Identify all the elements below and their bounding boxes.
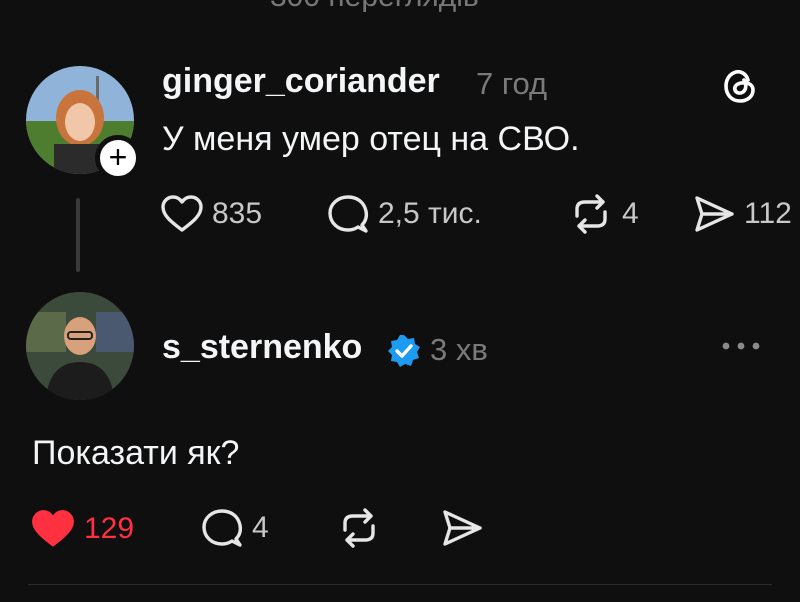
reply-count-post1: 2,5 тис. xyxy=(378,197,482,230)
reply-button-post2[interactable]: 4 xyxy=(200,508,269,548)
repost-button-post1[interactable]: 4 xyxy=(568,194,639,234)
timestamp-post2: 3 хв xyxy=(430,332,488,367)
like-button-post2[interactable]: 129 xyxy=(30,508,134,550)
repost-icon xyxy=(575,194,607,234)
threads-logo-icon[interactable] xyxy=(720,66,760,111)
share-icon xyxy=(443,510,482,546)
avatar-s-sternenko[interactable] xyxy=(26,292,134,400)
repost-icon xyxy=(343,508,375,548)
heart-filled-icon xyxy=(32,510,74,547)
timestamp-post1: 7 год xyxy=(476,66,548,101)
more-icon[interactable] xyxy=(720,338,762,359)
share-button-post2[interactable] xyxy=(440,508,484,548)
post2-text: Показати як? xyxy=(32,434,240,472)
username-post2[interactable]: s_sternenko xyxy=(162,328,362,367)
comment-icon xyxy=(202,509,243,547)
repost-button-post2[interactable] xyxy=(336,508,382,548)
follow-plus-button[interactable]: + xyxy=(95,135,141,181)
post-divider xyxy=(28,584,772,585)
username-post1[interactable]: ginger_coriander xyxy=(162,62,440,101)
reply-count-post2: 4 xyxy=(252,511,269,544)
post1-text: У меня умер отец на СВО. xyxy=(162,120,580,158)
share-icon xyxy=(695,196,734,232)
plus-icon: + xyxy=(108,139,128,175)
comment-icon xyxy=(328,195,369,233)
reply-button-post1[interactable]: 2,5 тис. xyxy=(326,194,482,234)
view-count-text: 300 переглядів xyxy=(270,0,479,14)
heart-icon xyxy=(161,195,203,232)
like-count-post2: 129 xyxy=(84,512,135,545)
like-button-post1[interactable]: 835 xyxy=(160,194,262,234)
share-count-post1: 112 xyxy=(744,197,792,230)
verified-icon xyxy=(386,333,422,374)
share-button-post1[interactable]: 112 xyxy=(692,194,792,234)
repost-count-post1: 4 xyxy=(622,197,639,230)
like-count-post1: 835 xyxy=(212,197,263,230)
thread-line xyxy=(76,198,80,272)
